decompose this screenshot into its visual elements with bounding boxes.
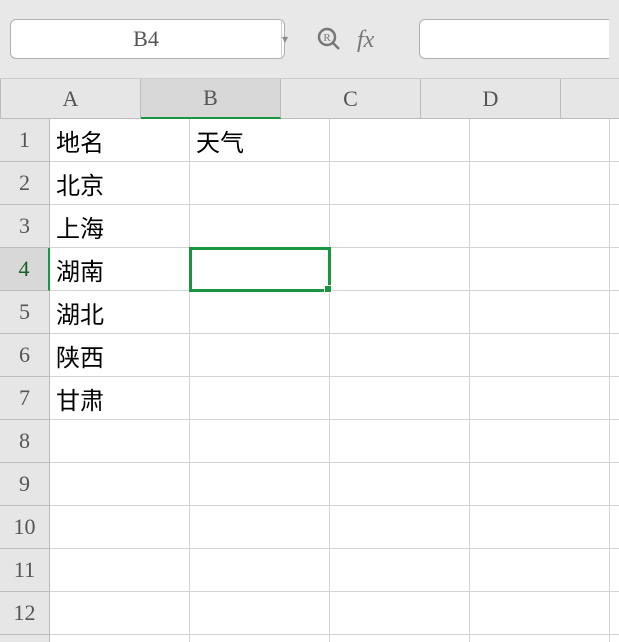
cell-D9[interactable] <box>470 463 610 506</box>
cell-A8[interactable] <box>50 420 190 463</box>
formula-tools: R fx <box>315 25 389 53</box>
search-formula-icon[interactable]: R <box>315 25 343 53</box>
row-header-6[interactable]: 6 <box>0 334 50 377</box>
name-box[interactable] <box>11 26 281 52</box>
cell-A3[interactable]: 上海 <box>50 205 190 248</box>
cell-D5[interactable] <box>470 291 610 334</box>
cell-D10[interactable] <box>470 506 610 549</box>
cell-D12[interactable] <box>470 592 610 635</box>
cell-B13[interactable] <box>190 635 330 642</box>
row-header-11[interactable]: 11 <box>0 549 50 592</box>
cell-B2[interactable] <box>190 162 330 205</box>
cell-C6[interactable] <box>330 334 470 377</box>
cell-D8[interactable] <box>470 420 610 463</box>
cell-C11[interactable] <box>330 549 470 592</box>
row-header-7[interactable]: 7 <box>0 377 50 420</box>
chevron-down-icon: ▾ <box>282 32 288 46</box>
name-box-container: ▾ <box>10 19 285 59</box>
column-header-E[interactable]: E <box>561 79 619 119</box>
fx-icon[interactable]: fx <box>357 25 389 53</box>
row-header-12[interactable]: 12 <box>0 592 50 635</box>
cell-E5[interactable] <box>610 291 619 334</box>
cell-E6[interactable] <box>610 334 619 377</box>
name-box-dropdown[interactable]: ▾ <box>281 20 288 58</box>
column-header-A[interactable]: A <box>1 79 141 119</box>
cell-C9[interactable] <box>330 463 470 506</box>
cell-E7[interactable] <box>610 377 619 420</box>
cell-A9[interactable] <box>50 463 190 506</box>
cell-C12[interactable] <box>330 592 470 635</box>
cell-B1[interactable]: 天气 <box>190 119 330 162</box>
row-header-10[interactable]: 10 <box>0 506 50 549</box>
cell-D4[interactable] <box>470 248 610 291</box>
svg-text:R: R <box>323 32 331 44</box>
row-header-4[interactable]: 4 <box>0 248 50 291</box>
row-header-1[interactable]: 1 <box>0 119 50 162</box>
cell-A4[interactable]: 湖南 <box>50 248 190 291</box>
row-header-9[interactable]: 9 <box>0 463 50 506</box>
cell-C2[interactable] <box>330 162 470 205</box>
cell-D6[interactable] <box>470 334 610 377</box>
cell-D2[interactable] <box>470 162 610 205</box>
cell-E10[interactable] <box>610 506 619 549</box>
cell-C13[interactable] <box>330 635 470 642</box>
cell-A12[interactable] <box>50 592 190 635</box>
cell-A11[interactable] <box>50 549 190 592</box>
cell-C7[interactable] <box>330 377 470 420</box>
cell-B11[interactable] <box>190 549 330 592</box>
cell-A5[interactable]: 湖北 <box>50 291 190 334</box>
cell-C10[interactable] <box>330 506 470 549</box>
cell-B9[interactable] <box>190 463 330 506</box>
cell-A2[interactable]: 北京 <box>50 162 190 205</box>
row-header-2[interactable]: 2 <box>0 162 50 205</box>
cell-D3[interactable] <box>470 205 610 248</box>
cell-E8[interactable] <box>610 420 619 463</box>
cell-C8[interactable] <box>330 420 470 463</box>
cell-B4[interactable] <box>190 248 330 291</box>
cell-E13[interactable] <box>610 635 619 642</box>
row-header-3[interactable]: 3 <box>0 205 50 248</box>
column-header-C[interactable]: C <box>281 79 421 119</box>
cell-B3[interactable] <box>190 205 330 248</box>
cell-C3[interactable] <box>330 205 470 248</box>
cell-C5[interactable] <box>330 291 470 334</box>
cell-E9[interactable] <box>610 463 619 506</box>
header-row: ABCDE <box>0 79 619 119</box>
cell-C4[interactable] <box>330 248 470 291</box>
select-all-corner[interactable] <box>0 79 1 119</box>
cell-A6[interactable]: 陕西 <box>50 334 190 377</box>
cell-D7[interactable] <box>470 377 610 420</box>
row-header-13[interactable]: 13 <box>0 635 50 642</box>
cell-C1[interactable] <box>330 119 470 162</box>
cell-D11[interactable] <box>470 549 610 592</box>
row-header-5[interactable]: 5 <box>0 291 50 334</box>
cell-D1[interactable] <box>470 119 610 162</box>
svg-text:fx: fx <box>357 27 375 53</box>
cell-E11[interactable] <box>610 549 619 592</box>
cell-B12[interactable] <box>190 592 330 635</box>
sheet-body: 12345678910111213 地名天气北京上海湖南湖北陕西甘肃 <box>0 119 619 642</box>
column-header-B[interactable]: B <box>141 79 281 119</box>
cell-B5[interactable] <box>190 291 330 334</box>
cell-E3[interactable] <box>610 205 619 248</box>
cell-E12[interactable] <box>610 592 619 635</box>
column-header-D[interactable]: D <box>421 79 561 119</box>
formula-bar[interactable] <box>419 19 609 59</box>
cell-B7[interactable] <box>190 377 330 420</box>
cell-B10[interactable] <box>190 506 330 549</box>
cell-E4[interactable] <box>610 248 619 291</box>
fill-handle[interactable] <box>324 285 332 293</box>
toolbar: ▾ R fx <box>0 0 619 79</box>
cell-B6[interactable] <box>190 334 330 377</box>
row-header-8[interactable]: 8 <box>0 420 50 463</box>
cell-A13[interactable] <box>50 635 190 642</box>
cell-E1[interactable] <box>610 119 619 162</box>
cell-A7[interactable]: 甘肃 <box>50 377 190 420</box>
cell-E2[interactable] <box>610 162 619 205</box>
cell-A1[interactable]: 地名 <box>50 119 190 162</box>
cell-D13[interactable] <box>470 635 610 642</box>
cell-A10[interactable] <box>50 506 190 549</box>
cell-B8[interactable] <box>190 420 330 463</box>
